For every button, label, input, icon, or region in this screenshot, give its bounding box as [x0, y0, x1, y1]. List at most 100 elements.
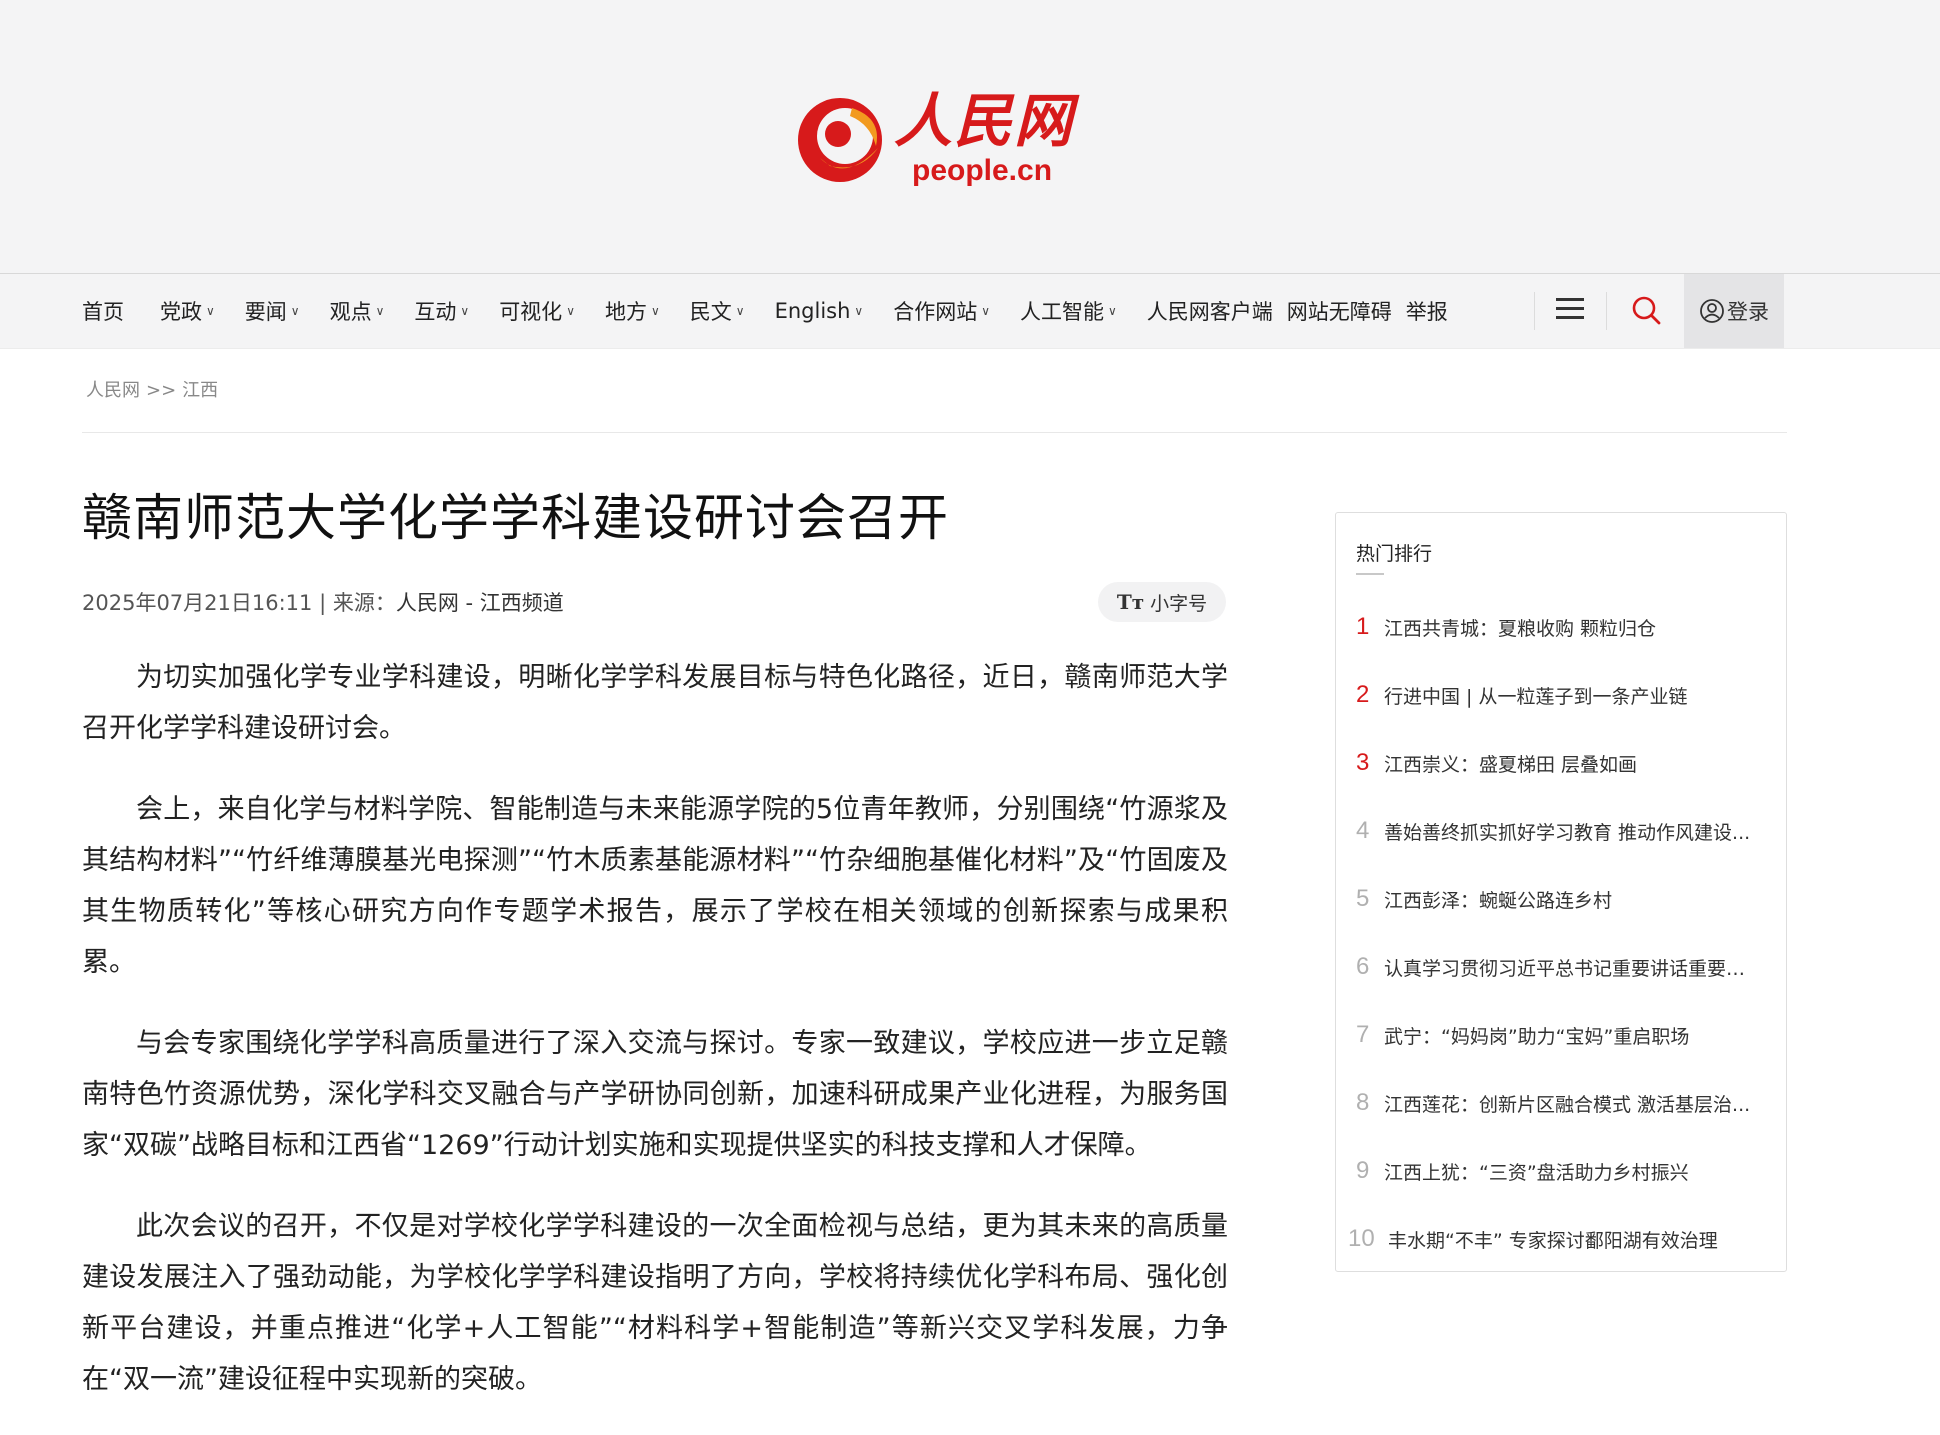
login-button[interactable]: 登录 — [1684, 274, 1784, 348]
chevron-down-icon: ∨ — [981, 304, 990, 318]
nav-item-label: 人工智能 — [1020, 300, 1104, 324]
nav-item-label: 举报 — [1405, 300, 1448, 324]
chevron-down-icon: ∨ — [290, 304, 300, 318]
nav-list: 首页 党政 ∨ 要闻 ∨ 观点 ∨ 互动 ∨ 可视化 ∨ 地方 ∨ 民文 ∨ English ∨ 合作网站 ∨ 人工智… — [82, 274, 1462, 348]
hot-ranking-item[interactable]: 6 认真学习贯彻习近平总书记重要讲话重要指... — [1336, 933, 1786, 1001]
nav-divider — [1534, 292, 1535, 330]
logo-cn-text: 人民网 — [894, 87, 1075, 155]
nav-item-label: 可视化 — [499, 300, 563, 324]
breadcrumb-separator: >> — [146, 380, 177, 401]
rank-headline-link[interactable]: 行进中国 | 从一粒莲子到一条产业链 — [1384, 682, 1687, 709]
nav-item[interactable]: 要闻 ∨ — [245, 296, 300, 326]
article-paragraph: 此次会议的召开，不仅是对学校化学学科建设的一次全面检视与总结，更为其未来的高质量… — [82, 1211, 1228, 1395]
nav-item-label: 互动 — [414, 300, 457, 324]
hot-ranking-item[interactable]: 8 江西莲花：创新片区融合模式 激活基层治... — [1336, 1069, 1786, 1137]
nav-item-label: 民文 — [689, 300, 732, 324]
font-size-icon: Tт — [1116, 590, 1145, 614]
nav-item[interactable]: 地方 ∨ — [605, 296, 660, 326]
nav-item[interactable]: 首页 — [82, 296, 124, 326]
nav-item[interactable]: 合作网站 ∨ — [893, 296, 990, 326]
source-label: | 来源： — [312, 591, 396, 615]
nav-item[interactable]: 可视化 ∨ — [499, 296, 575, 326]
rank-number: 6 — [1356, 953, 1370, 980]
nav-item-label: English — [774, 299, 851, 323]
rank-headline-link[interactable]: 江西彭泽：蜿蜒公路连乡村 — [1384, 886, 1612, 913]
chevron-down-icon: ∨ — [1108, 304, 1117, 318]
login-label: 登录 — [1727, 300, 1769, 324]
nav-item[interactable]: 观点 ∨ — [330, 296, 385, 326]
rank-headline-link[interactable]: 武宁：“妈妈岗”助力“宝妈”重启职场 — [1384, 1022, 1689, 1049]
rank-number: 7 — [1356, 1021, 1370, 1048]
article-paragraph: 与会专家围绕化学学科高质量进行了深入交流与探讨。专家一致建议，学校应进一步立足赣… — [82, 1028, 1228, 1161]
font-size-label: 小字号 — [1150, 592, 1208, 615]
rank-number: 10 — [1348, 1225, 1375, 1252]
nav-item[interactable]: 网站无障碍 — [1287, 296, 1392, 326]
breadcrumb-section[interactable]: 江西 — [182, 380, 218, 401]
nav-item[interactable]: 互动 ∨ — [414, 296, 469, 326]
rank-number: 3 — [1356, 749, 1370, 776]
rank-number: 2 — [1356, 681, 1370, 708]
article-body: 为切实加强化学专业学科建设，明晰化学学科发展目标与特色化路径，近日，赣南师范大学… — [82, 652, 1228, 1435]
rank-headline-link[interactable]: 丰水期“不丰” 专家探讨鄱阳湖有效治理 — [1388, 1226, 1718, 1253]
chevron-down-icon: ∨ — [460, 304, 470, 318]
nav-item[interactable]: 人民网客户端 — [1147, 296, 1273, 326]
nav-item[interactable]: 民文 ∨ — [690, 296, 745, 326]
logo-en-text: people.cn — [912, 154, 1053, 187]
nav-divider — [1606, 292, 1607, 330]
nav-item[interactable]: 党政 ∨ — [160, 296, 215, 326]
hot-ranking-item[interactable]: 3 江西崇义：盛夏梯田 层叠如画 — [1336, 729, 1786, 797]
hot-ranking-list: 1 江西共青城：夏粮收购 颗粒归仓 2 行进中国 | 从一粒莲子到一条产业链 3 江西崇义… — [1336, 593, 1786, 1273]
article-title: 赣南师范大学化学学科建设研讨会召开 — [82, 489, 949, 547]
nav-item-label: 合作网站 — [893, 300, 978, 324]
rank-number: 8 — [1356, 1089, 1370, 1116]
article-meta: 2025年07月21日16:11 | 来源：人民网 - 江西频道 — [82, 587, 564, 617]
people-cn-logo[interactable]: 人民网 people.cn — [790, 78, 1090, 198]
nav-item[interactable]: 人工智能 ∨ — [1020, 296, 1117, 326]
divider — [82, 432, 1787, 433]
rank-number: 4 — [1356, 817, 1370, 844]
rank-headline-link[interactable]: 江西崇义：盛夏梯田 层叠如画 — [1384, 750, 1637, 777]
site-header: 人民网 people.cn — [0, 0, 1940, 274]
breadcrumb: 人民网 >> 江西 — [86, 376, 218, 402]
nav-item-label: 人民网客户端 — [1146, 300, 1273, 324]
rank-headline-link[interactable]: 江西共青城：夏粮收购 颗粒归仓 — [1384, 614, 1656, 641]
hamburger-icon[interactable] — [1552, 292, 1588, 330]
hot-ranking-item[interactable]: 4 善始善终抓实抓好学习教育 推动作风建设... — [1336, 797, 1786, 865]
search-icon[interactable] — [1628, 292, 1666, 330]
nav-item-label: 观点 — [329, 300, 372, 324]
nav-item-label: 网站无障碍 — [1286, 300, 1392, 324]
hot-ranking-item[interactable]: 7 武宁：“妈妈岗”助力“宝妈”重启职场 — [1336, 1001, 1786, 1069]
nav-item-label: 党政 — [160, 300, 202, 324]
source-link[interactable]: 人民网 - 江西频道 — [396, 591, 564, 615]
nav-item-label: 首页 — [82, 300, 124, 324]
publish-date: 2025年07月21日16:11 — [82, 591, 313, 615]
nav-item[interactable]: English ∨ — [775, 299, 864, 323]
chevron-down-icon: ∨ — [206, 304, 215, 318]
hot-ranking-item[interactable]: 1 江西共青城：夏粮收购 颗粒归仓 — [1336, 593, 1786, 661]
hot-ranking-item[interactable]: 9 江西上犹：“三资”盘活助力乡村振兴 — [1336, 1137, 1786, 1205]
article-paragraph: 为切实加强化学专业学科建设，明晰化学学科发展目标与特色化路径，近日，赣南师范大学… — [82, 662, 1228, 744]
hot-ranking-panel: 热门排行 1 江西共青城：夏粮收购 颗粒归仓 2 行进中国 | 从一粒莲子到一条产业链… — [1335, 512, 1787, 1272]
rank-headline-link[interactable]: 江西莲花：创新片区融合模式 激活基层治... — [1384, 1090, 1750, 1117]
nav-item-label: 地方 — [604, 300, 647, 324]
chevron-down-icon: ∨ — [375, 304, 385, 318]
hot-ranking-item[interactable]: 2 行进中国 | 从一粒莲子到一条产业链 — [1336, 661, 1786, 729]
rank-number: 5 — [1356, 885, 1370, 912]
rank-headline-link[interactable]: 江西上犹：“三资”盘活助力乡村振兴 — [1384, 1158, 1689, 1185]
hot-ranking-item[interactable]: 10 丰水期“不丰” 专家探讨鄱阳湖有效治理 — [1336, 1205, 1786, 1273]
breadcrumb-home[interactable]: 人民网 — [86, 380, 140, 401]
rank-headline-link[interactable]: 善始善终抓实抓好学习教育 推动作风建设... — [1384, 818, 1750, 845]
nav-item-label: 要闻 — [244, 300, 287, 324]
rank-headline-link[interactable]: 认真学习贯彻习近平总书记重要讲话重要指... — [1384, 954, 1754, 981]
user-icon — [1700, 299, 1724, 323]
hot-ranking-item[interactable]: 5 江西彭泽：蜿蜒公路连乡村 — [1336, 865, 1786, 933]
hot-ranking-title: 热门排行 — [1356, 543, 1433, 565]
nav-item[interactable]: 举报 — [1406, 296, 1448, 326]
chevron-down-icon: ∨ — [854, 304, 864, 318]
font-size-toggle-button[interactable]: Tт 小字号 — [1098, 582, 1226, 622]
logo-mark-icon — [798, 98, 882, 182]
article-paragraph: 会上，来自化学与材料学院、智能制造与未来能源学院的5位青年教师，分别围绕“竹源浆… — [82, 794, 1228, 978]
chevron-down-icon: ∨ — [566, 304, 575, 318]
chevron-down-icon: ∨ — [735, 304, 745, 318]
rank-number: 9 — [1356, 1157, 1370, 1184]
